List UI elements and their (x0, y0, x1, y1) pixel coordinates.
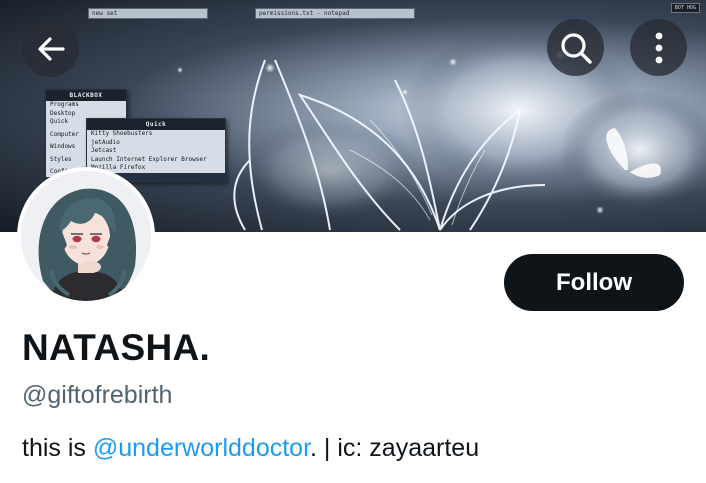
quick-menu-item: Jetcast (91, 147, 117, 154)
bio-text: . | ic: zayaarteu (310, 434, 480, 462)
more-button[interactable] (630, 19, 687, 76)
blackbox-menu-title: BLACKBOX (46, 90, 126, 101)
avatar-image (21, 171, 151, 301)
avatar-illustration (21, 171, 151, 301)
quick-menu-item: Launch Internet Explorer Browser (91, 155, 207, 163)
profile-handle: @giftofrebirth (22, 381, 173, 409)
arrow-left-icon (37, 36, 65, 61)
more-vertical-icon (655, 32, 662, 63)
search-icon (560, 32, 592, 64)
banner-window-title: permissions.txt - notepad (255, 8, 415, 19)
back-button[interactable] (22, 20, 79, 77)
avatar[interactable] (17, 167, 155, 305)
profile-bio: this is @underworlddoctor. | ic: zayaart… (22, 434, 479, 463)
bio-text: this is (22, 434, 93, 462)
blackbox-menu-item: Programs (50, 101, 79, 108)
bio-mention-link[interactable]: @underworlddoctor (93, 434, 310, 462)
quick-menu-item: jetAudio (91, 138, 120, 146)
quick-menu-item: Kitty Shoebusters (91, 130, 153, 137)
banner-tray: BOT HOG (670, 3, 700, 13)
profile-display-name: NATASHA. (22, 327, 211, 368)
follow-button[interactable]: Follow (504, 254, 684, 311)
quick-menu-title: Quick (87, 119, 225, 130)
blackbox-menu-item: Desktop (50, 109, 76, 117)
tray-item: BOT HOG (670, 3, 700, 13)
search-button[interactable] (547, 19, 604, 76)
banner-window-title: new set (88, 8, 208, 19)
